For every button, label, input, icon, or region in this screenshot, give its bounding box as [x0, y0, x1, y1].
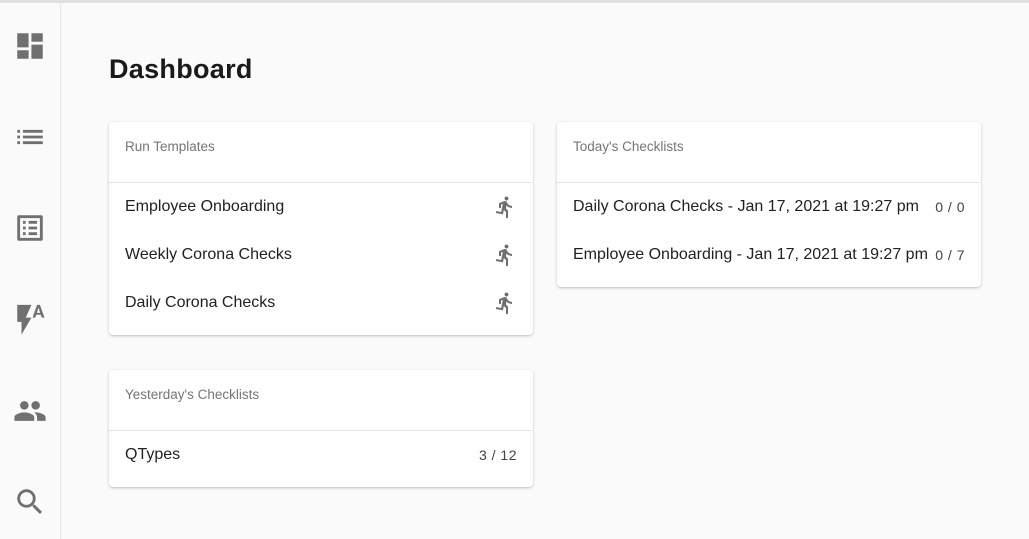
page-title: Dashboard — [109, 54, 253, 84]
nav-checklists[interactable] — [0, 198, 60, 258]
yesterday-checklists-header: Yesterday's Checklists — [109, 370, 533, 431]
yesterday-checklists-list: QTypes 3 / 12 — [109, 431, 533, 479]
run-icon[interactable] — [493, 195, 517, 219]
run-templates-list: Employee Onboarding Weekly Corona Checks… — [109, 183, 533, 327]
list-item[interactable]: Weekly Corona Checks — [109, 231, 533, 279]
run-icon[interactable] — [493, 291, 517, 315]
list-item[interactable]: Employee Onboarding — [109, 183, 533, 231]
flash-auto-icon — [17, 304, 45, 335]
checklist-progress: 0 / 7 — [935, 247, 965, 263]
today-checklists-header: Today's Checklists — [557, 122, 981, 183]
template-name: Employee Onboarding — [125, 198, 285, 215]
people-icon — [14, 401, 46, 421]
top-border — [0, 0, 1029, 3]
checklist-name: Employee Onboarding - Jan 17, 2021 at 19… — [573, 246, 928, 263]
nav-list[interactable] — [0, 107, 60, 167]
dashboard-icon — [17, 33, 43, 59]
today-checklists-list: Daily Corona Checks - Jan 17, 2021 at 19… — [557, 183, 981, 279]
list-item[interactable]: Daily Corona Checks - Jan 17, 2021 at 19… — [557, 183, 981, 231]
nav-search[interactable] — [0, 472, 60, 532]
list-item[interactable]: Employee Onboarding - Jan 17, 2021 at 19… — [557, 231, 981, 279]
search-icon — [17, 489, 43, 515]
run-icon[interactable] — [493, 243, 517, 267]
template-name: Daily Corona Checks — [125, 294, 276, 311]
yesterday-checklists-card: Yesterday's Checklists QTypes 3 / 12 — [109, 370, 533, 487]
nav-dashboard[interactable] — [0, 16, 60, 76]
nav-people[interactable] — [0, 381, 60, 441]
checklist-name: Daily Corona Checks - Jan 17, 2021 at 19… — [573, 198, 919, 215]
today-checklists-card: Today's Checklists Daily Corona Checks -… — [557, 122, 981, 287]
nav-automations[interactable] — [0, 289, 60, 349]
list-alt-icon — [17, 215, 43, 241]
checklist-progress: 0 / 0 — [935, 199, 965, 215]
run-templates-header: Run Templates — [109, 122, 533, 183]
checklist-progress: 3 / 12 — [478, 447, 517, 463]
list-icon — [17, 129, 43, 145]
nav-rail — [0, 3, 61, 539]
checklist-name: QTypes — [125, 446, 181, 463]
list-item[interactable]: Daily Corona Checks — [109, 279, 533, 327]
list-item[interactable]: QTypes 3 / 12 — [109, 431, 533, 479]
run-templates-card: Run Templates Employee Onboarding Weekly… — [109, 122, 533, 335]
template-name: Weekly Corona Checks — [125, 246, 292, 263]
